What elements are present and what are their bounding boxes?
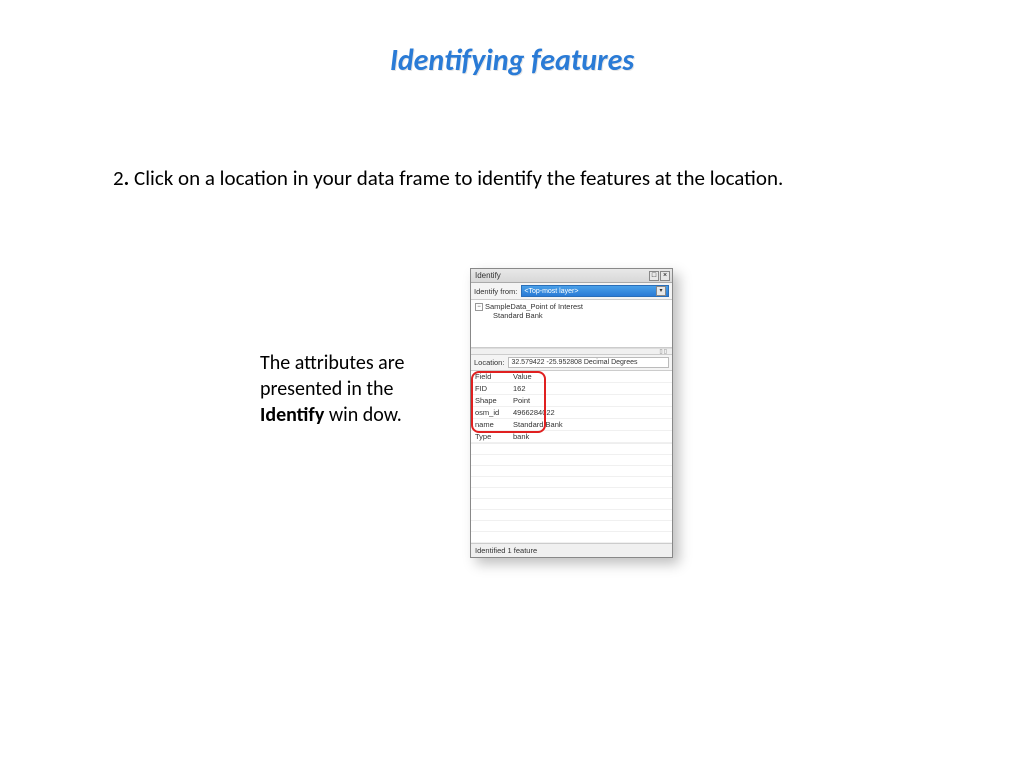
- location-row: Location: 32.579422 -25.952808 Decimal D…: [471, 355, 672, 371]
- empty-row: [471, 466, 672, 477]
- feature-tree-panel: − SampleData_Point of Interest Standard …: [471, 300, 672, 348]
- caption-text: The attributes are presented in the Iden…: [260, 350, 450, 428]
- caption-bold: Identify: [260, 403, 324, 427]
- empty-row: [471, 499, 672, 510]
- slide-title: Identifying features: [0, 0, 1024, 79]
- location-label: Location:: [474, 358, 504, 367]
- attr-value: Standard Bank: [509, 419, 672, 431]
- step-number: 2: [113, 165, 124, 191]
- caption-suffix: win dow.: [324, 403, 401, 427]
- tree-item-parent[interactable]: − SampleData_Point of Interest: [475, 302, 668, 311]
- identify-from-row: Identify from: <Top-most layer> ▾: [471, 283, 672, 300]
- instruction-body: Click on a location in your data frame t…: [134, 165, 783, 191]
- attr-value: Point: [509, 395, 672, 407]
- window-title: Identify: [475, 271, 501, 280]
- table-row[interactable]: name Standard Bank: [471, 419, 672, 431]
- status-bar: Identified 1 feature: [471, 543, 672, 557]
- dropdown-selected-value: <Top-most layer>: [524, 288, 578, 295]
- header-field: Field: [471, 371, 509, 383]
- identify-from-label: Identify from:: [474, 287, 517, 296]
- pin-button[interactable]: □: [649, 271, 659, 281]
- table-header-row: Field Value: [471, 371, 672, 383]
- tree-child-label: Standard Bank: [493, 311, 543, 320]
- attributes-panel: Field Value FID 162 Shape Point osm_id 4…: [471, 371, 672, 543]
- status-text: Identified 1 feature: [475, 546, 537, 555]
- grip-icon: ▯▯: [659, 348, 668, 355]
- empty-row: [471, 488, 672, 499]
- empty-row: [471, 521, 672, 532]
- attr-field: FID: [471, 383, 509, 395]
- table-row[interactable]: Type bank: [471, 431, 672, 443]
- empty-row: [471, 444, 672, 455]
- table-row[interactable]: Shape Point: [471, 395, 672, 407]
- empty-rows: [471, 443, 672, 543]
- instruction-step: 2. Click on a location in your data fram…: [113, 165, 783, 191]
- tree-item-child[interactable]: Standard Bank: [475, 311, 668, 320]
- window-titlebar[interactable]: Identify □ ×: [471, 269, 672, 283]
- identify-from-dropdown[interactable]: <Top-most layer> ▾: [521, 285, 669, 297]
- attr-value: bank: [509, 431, 672, 443]
- header-value: Value: [509, 371, 672, 383]
- empty-row: [471, 532, 672, 543]
- chevron-down-icon[interactable]: ▾: [656, 286, 666, 296]
- splitter-grip[interactable]: ▯▯: [471, 348, 672, 355]
- location-value-field[interactable]: 32.579422 -25.952808 Decimal Degrees: [508, 357, 669, 368]
- empty-row: [471, 510, 672, 521]
- empty-row: [471, 477, 672, 488]
- attr-field: name: [471, 419, 509, 431]
- window-title-buttons: □ ×: [649, 271, 670, 281]
- step-period: .: [124, 165, 130, 191]
- attr-value: 162: [509, 383, 672, 395]
- tree-parent-label: SampleData_Point of Interest: [485, 302, 583, 311]
- identify-window: Identify □ × Identify from: <Top-most la…: [470, 268, 673, 558]
- attr-field: osm_id: [471, 407, 509, 419]
- caption-prefix: The attributes are presented in the: [260, 351, 404, 401]
- tree-collapse-icon[interactable]: −: [475, 303, 483, 311]
- table-row[interactable]: osm_id 4966284022: [471, 407, 672, 419]
- table-row[interactable]: FID 162: [471, 383, 672, 395]
- attr-field: Type: [471, 431, 509, 443]
- attributes-table: Field Value FID 162 Shape Point osm_id 4…: [471, 371, 672, 443]
- attr-value: 4966284022: [509, 407, 672, 419]
- empty-row: [471, 455, 672, 466]
- attr-field: Shape: [471, 395, 509, 407]
- close-button[interactable]: ×: [660, 271, 670, 281]
